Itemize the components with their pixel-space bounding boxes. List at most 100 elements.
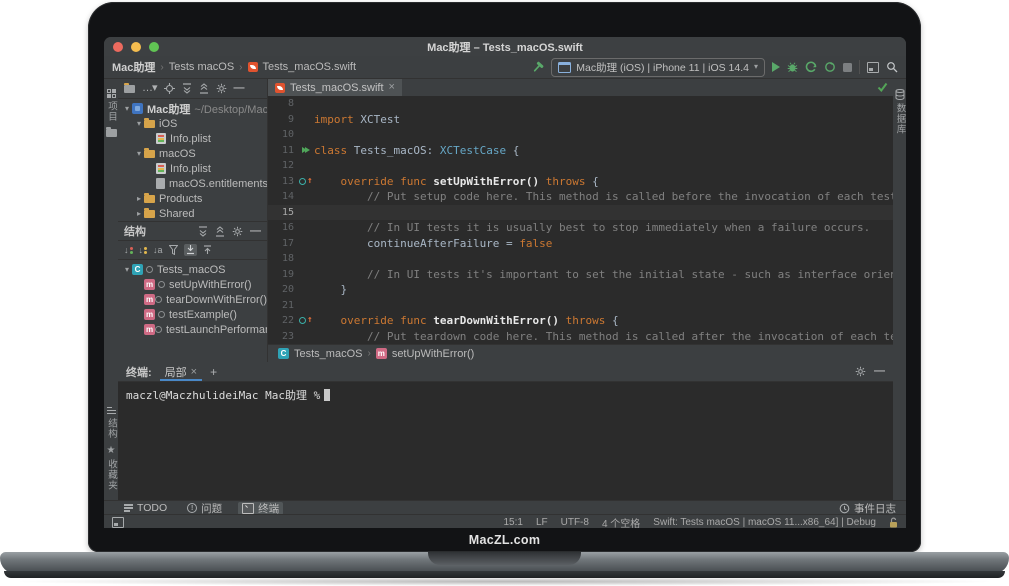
stop-icon[interactable] xyxy=(843,63,852,72)
line-number[interactable]: 17 xyxy=(268,236,298,252)
line-number[interactable]: 21 xyxy=(268,298,298,314)
line-number[interactable]: 19 xyxy=(268,267,298,283)
line-number[interactable]: 23 xyxy=(268,329,298,345)
tool-window-button[interactable]: ★收藏夹 xyxy=(104,446,118,491)
debug-icon[interactable] xyxy=(787,62,798,73)
tree-item[interactable]: Info.plist xyxy=(118,131,267,146)
collapse-all-icon[interactable] xyxy=(199,83,209,94)
scroll-from-source-icon[interactable] xyxy=(203,245,212,255)
tool-window-button[interactable]: 结构 xyxy=(104,407,118,439)
expand-all-icon[interactable] xyxy=(182,83,192,94)
editor-breadcrumb-item[interactable]: setUpWithError() xyxy=(392,348,475,360)
tree-item[interactable]: ▸Products xyxy=(118,191,267,206)
tree-item[interactable]: ▾CTests_macOS xyxy=(118,262,267,277)
chevron-down-icon[interactable]: ▾ xyxy=(134,119,144,128)
select-opened-file-icon[interactable] xyxy=(124,85,135,93)
override-icon[interactable]: ↑ xyxy=(298,174,314,190)
tool-window-bar-item[interactable]: 终端 xyxy=(238,502,283,515)
tree-item[interactable]: ▾iOS xyxy=(118,116,267,131)
code-line[interactable]: 10 xyxy=(268,127,893,143)
editor-breadcrumb-item[interactable]: Tests_macOS xyxy=(294,348,362,360)
status-item[interactable]: UTF-8 xyxy=(561,517,589,528)
line-number[interactable]: 9 xyxy=(268,112,298,128)
terminal-tab[interactable]: 局部 × xyxy=(160,362,202,381)
run-icon[interactable] xyxy=(772,62,780,72)
sort-alpha-icon[interactable]: ↓a xyxy=(153,246,163,255)
line-number[interactable]: 15 xyxy=(268,205,298,221)
hide-icon[interactable]: — xyxy=(874,366,885,377)
code-line[interactable]: 23 // Put teardown code here. This metho… xyxy=(268,329,893,345)
window-tool-icon[interactable] xyxy=(112,517,124,528)
collapse-all-icon[interactable] xyxy=(215,226,225,237)
code-line[interactable]: 15 xyxy=(268,205,893,221)
tree-item[interactable]: mtearDownWithError() xyxy=(118,292,267,307)
tree-item[interactable]: ▸Shared xyxy=(118,206,267,221)
coverage-icon[interactable] xyxy=(824,61,836,73)
breadcrumb-item[interactable]: Mac助理 xyxy=(112,59,155,75)
line-number[interactable]: 22 xyxy=(268,313,298,329)
hammer-icon[interactable] xyxy=(531,61,544,74)
run-class-icon[interactable] xyxy=(298,143,314,159)
code-line[interactable]: 16 // In UI tests it is usually best to … xyxy=(268,220,893,236)
expand-all-icon[interactable] xyxy=(198,226,208,237)
code-line[interactable]: 12 xyxy=(268,158,893,174)
settings-icon[interactable] xyxy=(855,366,866,377)
tree-item[interactable]: mtestLaunchPerformance() xyxy=(118,322,267,337)
chevron-down-icon[interactable]: ▾ xyxy=(134,149,144,158)
code-area[interactable]: 89import XCTest1011class Tests_macOS: XC… xyxy=(268,96,893,345)
code-line[interactable]: 20 } xyxy=(268,282,893,298)
lock-icon[interactable] xyxy=(889,517,898,528)
tree-item[interactable]: ▾macOS xyxy=(118,146,267,161)
code-line[interactable]: 22↑ override func tearDownWithError() th… xyxy=(268,313,893,329)
line-number[interactable]: 10 xyxy=(268,127,298,143)
profile-icon[interactable] xyxy=(805,61,817,73)
close-icon[interactable]: × xyxy=(191,366,197,378)
chevron-right-icon[interactable]: ▸ xyxy=(134,209,144,218)
run-configuration-select[interactable]: Mac助理 (iOS) | iPhone 11 | iOS 14.4▾ xyxy=(551,58,765,77)
title-bar[interactable]: Mac助理 – Tests_macOS.swift xyxy=(104,37,906,57)
tree-item[interactable]: ▾Mac助理~/Desktop/Mac助理 xyxy=(118,101,267,116)
status-item[interactable]: 4 个空格 xyxy=(602,515,640,529)
status-item[interactable]: LF xyxy=(536,517,548,528)
code-line[interactable]: 21 xyxy=(268,298,893,314)
tool-window-bar-item[interactable]: TODO xyxy=(120,502,171,515)
code-line[interactable]: 17 continueAfterFailure = false xyxy=(268,236,893,252)
new-terminal-session-icon[interactable]: + xyxy=(210,365,217,379)
code-line[interactable]: 9import XCTest xyxy=(268,112,893,128)
scroll-to-source-icon[interactable] xyxy=(184,244,197,256)
tool-window-bar-item[interactable]: !问题 xyxy=(183,502,226,515)
tool-windows-icon[interactable] xyxy=(867,62,879,73)
sort-default-icon[interactable]: ↓ xyxy=(139,246,148,255)
override-icon[interactable]: ↑ xyxy=(298,313,314,329)
line-number[interactable]: 11 xyxy=(268,143,298,159)
line-number[interactable]: 12 xyxy=(268,158,298,174)
settings-icon[interactable] xyxy=(216,83,227,94)
code-line[interactable]: 19 // In UI tests it's important to set … xyxy=(268,267,893,283)
locate-icon[interactable] xyxy=(164,83,175,94)
breadcrumb-item[interactable]: Tests macOS xyxy=(169,61,234,73)
filter-icon[interactable] xyxy=(169,245,178,255)
chevron-down-icon[interactable]: ▾ xyxy=(122,104,132,113)
line-number[interactable]: 16 xyxy=(268,220,298,236)
breadcrumb-item[interactable]: Tests_macOS.swift xyxy=(263,61,357,73)
sort-by-visibility-icon[interactable]: ↓ xyxy=(124,246,133,255)
settings-icon[interactable] xyxy=(232,226,243,237)
close-tab-icon[interactable]: × xyxy=(389,82,395,93)
line-number[interactable]: 20 xyxy=(268,282,298,298)
more-icon[interactable]: …▾ xyxy=(142,83,157,94)
line-number[interactable]: 13 xyxy=(268,174,298,190)
code-line[interactable]: 11class Tests_macOS: XCTestCase { xyxy=(268,143,893,159)
terminal-output[interactable]: maczl@MaczhulideiMac Mac助理 % xyxy=(118,382,893,408)
line-number[interactable]: 18 xyxy=(268,251,298,267)
search-icon[interactable] xyxy=(886,61,898,73)
tool-window-button[interactable] xyxy=(106,129,117,137)
line-number[interactable]: 14 xyxy=(268,189,298,205)
code-line[interactable]: 13↑ override func setUpWithError() throw… xyxy=(268,174,893,190)
tree-item[interactable]: msetUpWithError() xyxy=(118,277,267,292)
tool-window-button[interactable]: 数据库 xyxy=(893,89,907,135)
hide-icon[interactable]: — xyxy=(234,83,245,94)
inspections-ok-icon[interactable] xyxy=(877,82,888,92)
hide-icon[interactable]: — xyxy=(250,226,261,237)
tree-item[interactable]: macOS.entitlements xyxy=(118,176,267,191)
editor-tab[interactable]: Tests_macOS.swift × xyxy=(268,79,402,96)
